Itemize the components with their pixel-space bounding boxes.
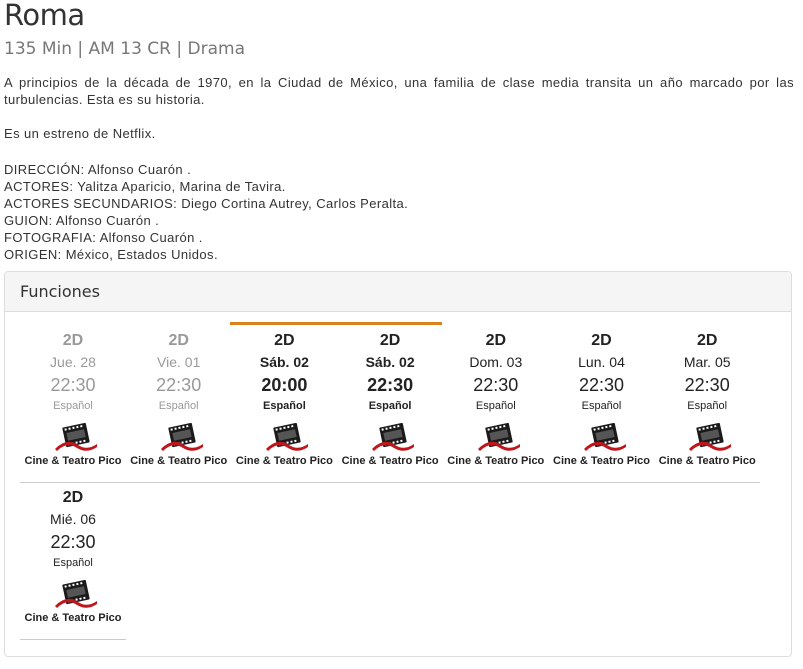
cinema-name: Cine & Teatro Pico — [447, 455, 545, 467]
showtime-language: Español — [581, 400, 622, 412]
cinema-name: Cine & Teatro Pico — [553, 455, 650, 467]
showtime-card[interactable]: 2D Lun. 04 22:30 Español Cine & Teatro Pico — [549, 331, 655, 471]
showtime-day: Dom. 03 — [469, 354, 523, 370]
movie-title: Roma — [4, 0, 85, 32]
cinema-logo-icon — [159, 422, 205, 453]
showtime-format: 2D — [485, 332, 507, 349]
showtime-time: 22:30 — [50, 532, 96, 552]
showtime-time: 22:30 — [684, 375, 730, 395]
showtime-day: Mié. 06 — [50, 511, 96, 527]
showtime-time: 22:30 — [367, 375, 414, 395]
showtime-language: Español — [368, 400, 412, 412]
showtime-card[interactable]: 2D Mar. 05 22:30 Español Cine & Teatro Pico — [654, 331, 760, 471]
showtime-time: 20:00 — [261, 375, 308, 395]
cinema-logo-icon — [370, 422, 416, 453]
showtime-language: Español — [262, 400, 306, 412]
cinema-logo-icon — [53, 422, 99, 453]
credit-screenplay: GUION: Alfonso Cuarón . — [4, 213, 160, 228]
credit-origin: ORIGEN: México, Estados Unidos. — [4, 247, 218, 262]
functions-panel-heading: Funciones — [5, 272, 791, 312]
cinema-name: Cine & Teatro Pico — [24, 455, 122, 467]
cinema-logo-icon — [582, 422, 628, 453]
credits-list: DIRECCIÓN: Alfonso Cuarón . ACTORES: Yal… — [4, 161, 408, 263]
showtime-format: 2D — [274, 332, 295, 349]
functions-title: Funciones — [20, 282, 100, 301]
showtime-language: Español — [687, 400, 728, 412]
row-divider — [20, 482, 760, 483]
credit-actors: ACTORES: Yalitza Aparicio, Marina de Tav… — [4, 179, 286, 194]
cinema-logo-icon — [476, 422, 522, 453]
showtime-language: Español — [475, 400, 516, 412]
showtime-format: 2D — [591, 332, 612, 349]
showtime-card[interactable]: 2D Sáb. 02 20:00 Español Cine & Teatro Pico — [231, 331, 337, 471]
release-note: Es un estreno de Netflix. — [4, 126, 156, 141]
showtime-day: Sáb. 02 — [365, 354, 415, 370]
credit-photography: FOTOGRAFIA: Alfonso Cuarón . — [4, 230, 203, 245]
movie-synopsis: A principios de la década de 1970, en la… — [4, 75, 794, 107]
showtime-day: Vie. 01 — [157, 354, 201, 370]
showtime-language: Español — [53, 400, 93, 412]
showtime-format: 2D — [62, 332, 84, 349]
cinema-name: Cine & Teatro Pico — [341, 455, 439, 467]
showtime-format: 2D — [379, 332, 401, 349]
showtime-card[interactable]: 2D Sáb. 02 22:30 Español Cine & Teatro Pico — [337, 331, 443, 471]
showtime-format: 2D — [62, 489, 84, 506]
showtime-day: Lun. 04 — [578, 354, 625, 370]
showtime-day: Sáb. 02 — [259, 354, 309, 370]
showtime-card[interactable]: 2D Dom. 03 22:30 Español Cine & Teatro Pico — [443, 331, 549, 471]
credit-direction: DIRECCIÓN: Alfonso Cuarón . — [4, 162, 192, 177]
showtime-day: Jue. 28 — [50, 354, 96, 370]
showtime-format: 2D — [696, 332, 718, 349]
showtime-time: 22:30 — [156, 375, 202, 395]
cinema-logo-icon — [264, 422, 310, 453]
showtime-language: Español — [53, 557, 93, 569]
cinema-logo-icon — [53, 579, 99, 610]
cinema-name: Cine & Teatro Pico — [658, 455, 756, 467]
credit-supporting-actors: ACTORES SECUNDARIOS: Diego Cortina Autre… — [4, 196, 409, 211]
selected-day-indicator — [230, 322, 442, 325]
showtime-format: 2D — [168, 332, 189, 349]
showtime-language: Español — [158, 400, 199, 412]
cinema-name: Cine & Teatro Pico — [130, 455, 228, 467]
showtime-time: 22:30 — [50, 375, 96, 395]
showtime-time: 22:30 — [578, 375, 625, 395]
showtime-time: 22:30 — [473, 375, 519, 395]
showtime-card[interactable]: 2D Vie. 01 22:30 Español Cine & Teatro Pico — [126, 331, 232, 471]
movie-meta: 135 Min | AM 13 CR | Drama — [4, 39, 245, 59]
cinema-name: Cine & Teatro Pico — [24, 612, 122, 624]
showtime-card[interactable]: 2D Mié. 06 22:30 Español Cine & Teatro Pico — [20, 488, 126, 628]
cinema-logo-icon — [687, 422, 733, 453]
cinema-name: Cine & Teatro Pico — [235, 455, 333, 467]
row-divider — [20, 639, 126, 640]
showtime-day: Mar. 05 — [683, 354, 731, 370]
showtime-card[interactable]: 2D Jue. 28 22:30 Español Cine & Teatro Pico — [20, 331, 126, 471]
